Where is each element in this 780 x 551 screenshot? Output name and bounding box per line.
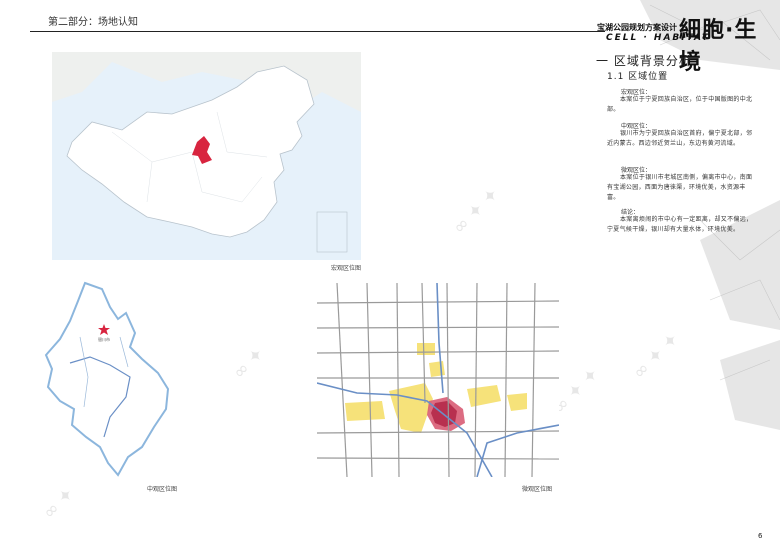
svg-text:∞ ✦ ✦: ∞ ✦ ✦	[629, 329, 684, 384]
city-map-caption: 微观区位图	[522, 486, 553, 493]
ningxia-location-map: 银川市	[44, 281, 170, 477]
page-number: 6	[758, 532, 763, 540]
section-label: 第二部分：场地认知	[48, 17, 138, 28]
city-location-map	[317, 283, 559, 477]
section-heading: 一 区域背景分析	[596, 54, 692, 68]
svg-text:∞ ✦: ∞ ✦	[39, 483, 79, 523]
macro-text: 本案位于宁夏回族自治区，位于中国版图的中北部。	[607, 96, 753, 113]
brand-title-zh: 細胞·生境	[679, 18, 758, 75]
ningxia-outline	[44, 281, 170, 477]
china-map-caption: 宏观区位图	[331, 265, 362, 272]
svg-text:∞ ✦ ✦: ∞ ✦ ✦	[449, 184, 504, 239]
brand-title-en: CELL · HABITAT	[606, 33, 711, 43]
header-divider	[30, 31, 605, 32]
micro-text: 本案位于银川市老城区南侧，偏离市中心，南面有宝湖公园，西面为唐徕渠，环境优美，水…	[607, 174, 753, 201]
conclusion-text: 本案离烦闹的市中心有一定距离，却又不偏远，宁夏气候干燥，银川却有大量水体，环境优…	[607, 216, 753, 233]
meso-text: 银川市为宁夏回族自治区首府，偏宁夏北部，邻近内蒙古。西边邻近贺兰山，东边有黄河流…	[607, 130, 753, 147]
svg-text:∞ ✦: ∞ ✦	[229, 343, 269, 383]
sub-heading: 1.1 区域位置	[607, 72, 669, 82]
ningxia-map-caption: 中观区位图	[147, 486, 178, 493]
project-title: 宝湖公园规划方案设计	[597, 22, 677, 32]
china-location-map	[52, 52, 361, 260]
yinchuan-marker-label: 银川市	[98, 336, 110, 342]
